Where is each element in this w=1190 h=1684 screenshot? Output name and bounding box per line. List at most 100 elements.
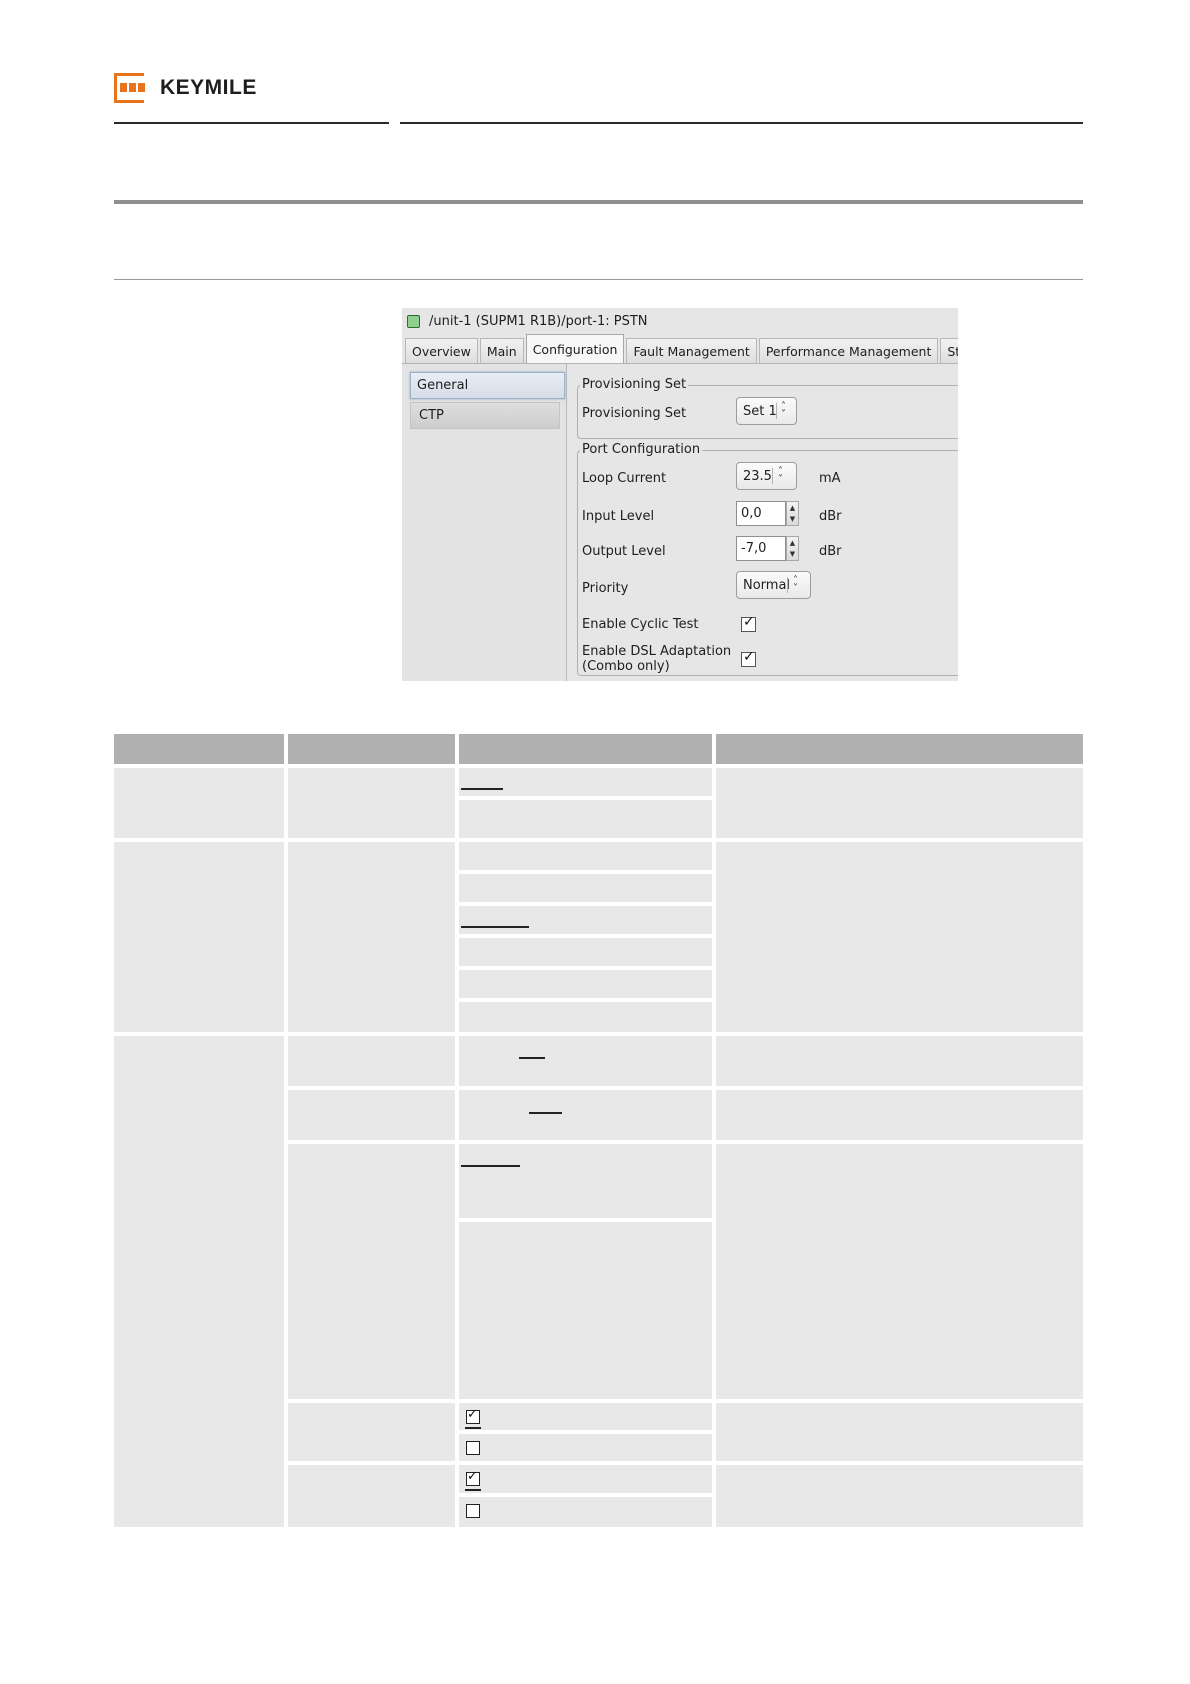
provisioning-set-select[interactable]: Set 1 ˄ ˅ (736, 397, 797, 425)
table-cell (459, 970, 712, 998)
table-header-col-3 (459, 734, 712, 764)
table-cell (459, 1465, 712, 1493)
dsl-adaptation-label: Enable DSL Adaptation (582, 644, 732, 659)
table-cell (716, 768, 1083, 838)
default-underline (461, 926, 529, 928)
sidebar-item-ctp[interactable]: CTP (410, 402, 560, 429)
default-underline (519, 1057, 545, 1059)
output-level-spinner[interactable]: ▲ ▼ (786, 536, 799, 561)
spin-up-icon: ▲ (789, 539, 796, 547)
table-cell (459, 1144, 712, 1218)
priority-label: Priority (582, 581, 629, 596)
table-cell (459, 1222, 712, 1399)
output-level-field[interactable]: -7,0 (736, 536, 786, 561)
loop-current-label: Loop Current (582, 471, 667, 486)
table-cell (459, 1036, 712, 1086)
checked-checkbox-icon (466, 1407, 480, 1424)
default-underline (529, 1112, 562, 1114)
spin-down-icon: ▼ (789, 515, 796, 523)
tab-main[interactable]: Main (479, 338, 524, 363)
table-cell (288, 1036, 455, 1086)
table-cell (288, 1403, 455, 1461)
table-cell (459, 768, 712, 796)
header-rule-right (400, 122, 1083, 124)
default-underline (461, 1165, 520, 1167)
tab-performance-management[interactable]: Performance Management (758, 338, 939, 363)
table-header-col-1 (114, 734, 284, 764)
sidebar: General CTP (402, 364, 567, 681)
table-cell (459, 906, 712, 934)
cyclic-test-checkbox[interactable] (741, 614, 756, 632)
updown-chevron-icon: ˄ ˅ (781, 401, 786, 420)
brand-name: KEYMILE (160, 76, 257, 99)
table-cell (459, 1403, 712, 1430)
table-cell (288, 1144, 455, 1399)
table-cell (716, 842, 1083, 1032)
table-cell (716, 1403, 1083, 1461)
priority-select[interactable]: Normal ˄ ˅ (736, 571, 811, 599)
table-cell (459, 842, 712, 870)
loop-current-value: 23.5 (743, 468, 772, 484)
table-cell (716, 1090, 1083, 1140)
table-cell (114, 842, 284, 1032)
tab-overview[interactable]: Overview (405, 338, 478, 363)
priority-value: Normal (743, 577, 791, 593)
updown-chevron-icon: ˄ ˅ (778, 466, 783, 485)
input-level-unit: dBr (819, 509, 842, 524)
table-header-col-2 (288, 734, 455, 764)
table-cell (114, 1036, 284, 1527)
tab-bar: Overview Main Configuration Fault Manage… (405, 334, 958, 363)
spin-down-icon: ▼ (789, 550, 796, 558)
table-cell (716, 1036, 1083, 1086)
table-cell (716, 1144, 1083, 1399)
table-cell (716, 1465, 1083, 1527)
table-header-col-4 (716, 734, 1083, 764)
table-cell (459, 800, 712, 838)
keymile-logo-icon (114, 73, 146, 103)
provisioning-set-legend: Provisioning Set (580, 377, 689, 392)
tab-fault-management[interactable]: Fault Management (626, 338, 757, 363)
section-rule (114, 200, 1083, 204)
table-cell (288, 842, 455, 1032)
status-led-icon (407, 314, 420, 328)
checked-checkbox-icon (466, 1469, 480, 1486)
dsl-adaptation-checkbox[interactable] (741, 649, 756, 667)
table-cell (459, 1002, 712, 1032)
header-rule-left (114, 122, 389, 124)
updown-chevron-icon: ˄ ˅ (793, 575, 798, 594)
unchecked-checkbox-icon (466, 1441, 480, 1455)
configuration-screenshot: /unit-1 (SUPM1 R1B)/port-1: PSTN Overvie… (402, 308, 958, 681)
output-level-unit: dBr (819, 544, 842, 559)
output-level-label: Output Level (582, 544, 666, 559)
input-level-value: 0,0 (741, 506, 762, 521)
unchecked-checkbox-icon (466, 1504, 480, 1518)
sidebar-item-general[interactable]: General (410, 372, 565, 399)
loop-current-select[interactable]: 23.5 ˄ ˅ (736, 462, 797, 490)
cyclic-test-label: Enable Cyclic Test (582, 617, 699, 632)
port-configuration-legend: Port Configuration (580, 442, 703, 457)
table-cell (114, 768, 284, 838)
keymile-logo: KEYMILE (114, 72, 257, 104)
table-cell (459, 874, 712, 902)
subsection-rule (114, 279, 1083, 280)
input-level-field[interactable]: 0,0 (736, 501, 786, 526)
tab-status[interactable]: Status (940, 338, 958, 363)
loop-current-unit: mA (819, 471, 841, 486)
provisioning-set-group: Provisioning Set Provisioning Set Set 1 … (577, 377, 958, 439)
dsl-adaptation-sublabel: (Combo only) (582, 659, 670, 674)
default-underline (465, 1489, 481, 1491)
input-level-spinner[interactable]: ▲ ▼ (786, 501, 799, 526)
default-underline (461, 788, 503, 790)
table-cell (288, 1465, 455, 1527)
window-title: /unit-1 (SUPM1 R1B)/port-1: PSTN (407, 313, 648, 329)
provisioning-set-value: Set 1 (743, 403, 777, 419)
tab-configuration[interactable]: Configuration (525, 334, 625, 363)
default-underline (465, 1427, 481, 1429)
spin-up-icon: ▲ (789, 504, 796, 512)
table-cell (459, 1090, 712, 1140)
table-cell (459, 938, 712, 966)
window-title-text: /unit-1 (SUPM1 R1B)/port-1: PSTN (429, 313, 648, 329)
table-cell (288, 1090, 455, 1140)
table-cell (459, 1497, 712, 1527)
table-cell (459, 1434, 712, 1461)
